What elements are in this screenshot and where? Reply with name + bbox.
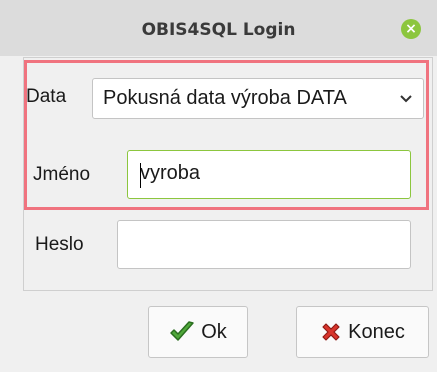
password-input[interactable] xyxy=(117,220,411,269)
name-input-value: vyroba xyxy=(140,162,201,184)
title-bar: OBIS4SQL Login × xyxy=(0,0,437,56)
data-select[interactable]: Pokusná data výroba DATA xyxy=(92,78,424,119)
red-x-icon xyxy=(320,321,342,343)
close-icon[interactable]: × xyxy=(401,19,421,39)
name-label: Jméno xyxy=(33,164,91,185)
text-caret xyxy=(140,163,141,188)
window-title: OBIS4SQL Login xyxy=(141,20,296,40)
data-select-value: Pokusná data výroba DATA xyxy=(103,87,347,109)
login-window: OBIS4SQL Login × Data Pokusná data výrob… xyxy=(0,0,437,372)
data-label: Data xyxy=(26,86,67,107)
password-label: Heslo xyxy=(35,234,84,255)
konec-button[interactable]: Konec xyxy=(296,306,429,358)
konec-button-label: Konec xyxy=(348,320,405,343)
name-input[interactable]: vyroba xyxy=(127,150,411,199)
chevron-down-icon[interactable] xyxy=(399,85,413,118)
ok-button[interactable]: Ok xyxy=(148,306,248,358)
ok-button-label: Ok xyxy=(201,320,227,343)
checkmark-icon xyxy=(169,320,195,344)
